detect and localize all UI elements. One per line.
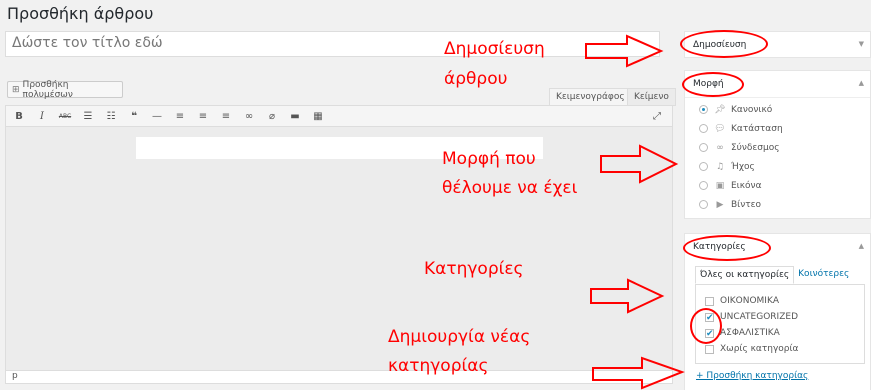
format-option-audio[interactable]: ♫ Ήχος (685, 157, 870, 176)
link-icon: ∞ (716, 142, 724, 153)
editor-path: p (5, 370, 673, 384)
category-label: UNCATEGORIZED (720, 312, 798, 322)
add-media-button[interactable]: ⊞ Προσθήκη πολυμέσων (7, 79, 123, 100)
checkbox[interactable] (705, 296, 714, 306)
format-label: Βίντεο (731, 199, 762, 210)
highlight-oval (683, 235, 771, 261)
link-icon[interactable]: ∞ (242, 111, 256, 122)
align-left-icon[interactable]: ≡ (173, 111, 187, 122)
format-label: Κατάσταση (731, 123, 783, 134)
annotation-text: θέλουμε να έχει (442, 178, 578, 198)
bullet-list-icon[interactable]: ☰ (81, 111, 95, 122)
annotation-format: Μορφή που θέλουμε να έχει (442, 146, 577, 201)
tab-visual[interactable]: Κειμενογράφος (549, 88, 632, 106)
format-option-image[interactable]: ▣ Εικόνα (685, 176, 870, 195)
tab-most-used[interactable]: Κοινότερες (794, 266, 853, 284)
category-label: ΟΙΚΟΝΟΜΙΚΑ (720, 296, 780, 306)
tab-text[interactable]: Κείμενο (627, 88, 676, 106)
annotation-text: Δημοσίευση (444, 39, 545, 59)
numbered-list-icon[interactable]: ☷ (104, 111, 118, 122)
add-new-category-link[interactable]: + Προσθήκη κατηγορίας (696, 371, 808, 381)
highlight-oval (682, 72, 744, 97)
tab-all-categories[interactable]: Όλες οι κατηγορίες (695, 266, 795, 284)
annotation-arrow (585, 34, 664, 68)
checkbox[interactable] (705, 344, 714, 354)
unlink-icon[interactable]: ⌀ (265, 111, 279, 122)
radio-button[interactable] (699, 143, 708, 152)
annotation-arrow (600, 144, 679, 184)
annotation-new-category: Δημιουργία νέας κατηγορίας (388, 324, 530, 379)
read-more-icon[interactable]: ▬ (288, 111, 302, 122)
annotation-text: άρθρου (444, 69, 508, 89)
pin-icon: 📌︎ (714, 104, 726, 115)
format-option-status[interactable]: 💬︎ Κατάσταση (685, 119, 870, 138)
annotation-text: κατηγορίας (388, 356, 489, 376)
radio-button[interactable] (699, 162, 708, 171)
chevron-up-icon[interactable]: ▲ (859, 79, 864, 87)
post-title-input[interactable]: Δώστε τον τίτλο εδώ (5, 31, 660, 57)
media-icon: ⊞ (12, 84, 20, 95)
annotation-arrow (590, 278, 665, 314)
chevron-up-icon[interactable]: ▲ (859, 242, 864, 250)
align-center-icon[interactable]: ≡ (196, 111, 210, 122)
highlight-oval (690, 308, 722, 344)
align-right-icon[interactable]: ≡ (219, 111, 233, 122)
category-label: ΑΣΦΑΛΙΣΤΙΚΑ (720, 328, 780, 338)
music-note-icon: ♫ (715, 161, 725, 172)
category-item[interactable]: ΟΙΚΟΝΟΜΙΚΑ (696, 293, 864, 309)
annotation-text: Δημιουργία νέας (388, 327, 531, 347)
blockquote-icon[interactable]: ❝ (127, 111, 141, 122)
italic-button[interactable]: I (35, 111, 49, 122)
annotation-text: Μορφή που (442, 149, 536, 169)
horizontal-line-icon[interactable]: — (150, 111, 164, 122)
format-label: Κανονικό (731, 104, 773, 115)
annotation-categories: Κατηγορίες (424, 256, 524, 282)
video-icon: ▶ (716, 199, 724, 210)
format-label: Σύνδεσμος (731, 142, 780, 153)
annotation-text: Κατηγορίες (424, 259, 524, 279)
category-label: Χωρίς κατηγορία (720, 344, 799, 354)
image-icon: ▣ (715, 180, 725, 191)
add-media-label: Προσθήκη πολυμέσων (22, 79, 73, 100)
page-title: Προσθήκη άρθρου (7, 4, 154, 23)
radio-button[interactable] (699, 105, 708, 114)
category-item[interactable]: Χωρίς κατηγορία (696, 341, 864, 357)
highlight-oval (680, 30, 768, 58)
toolbar-toggle-icon[interactable]: ▦ (311, 111, 325, 122)
format-option-video[interactable]: ▶ Βίντεο (685, 195, 870, 214)
annotation-arrow (592, 356, 685, 390)
format-option-link[interactable]: ∞ Σύνδεσμος (685, 138, 870, 157)
format-label: Εικόνα (731, 180, 762, 191)
strikethrough-button[interactable]: ABC (58, 113, 72, 120)
fullscreen-icon[interactable]: ⤢ (650, 111, 664, 122)
radio-button[interactable] (699, 124, 708, 133)
format-option-standard[interactable]: 📌︎ Κανονικό (685, 100, 870, 119)
bold-button[interactable]: B (12, 111, 26, 122)
chevron-down-icon[interactable]: ▼ (859, 40, 864, 48)
radio-button[interactable] (699, 200, 708, 209)
annotation-publish: Δημοσίευση άρθρου (444, 36, 545, 92)
speech-bubble-icon: 💬︎ (714, 123, 726, 134)
editor-toolbar: B I ABC ☰ ☷ ❝ — ≡ ≡ ≡ ∞ ⌀ ▬ ▦ ⤢ (5, 105, 673, 127)
format-label: Ήχος (731, 161, 755, 172)
radio-button[interactable] (699, 181, 708, 190)
